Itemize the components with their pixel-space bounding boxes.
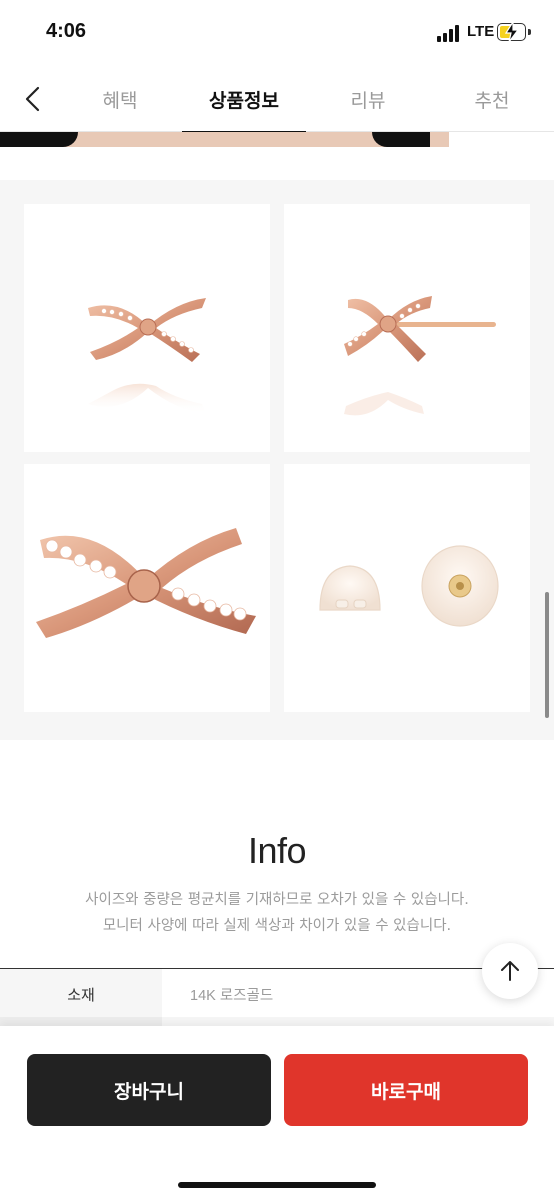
model-photo-fragment [0, 132, 449, 147]
status-time: 4:06 [46, 20, 87, 42]
product-tab-nav: 혜택 상품정보 리뷰 추천 [0, 66, 554, 133]
bow-earring-post-icon [344, 296, 496, 416]
gallery-image-bow-front[interactable] [24, 204, 270, 452]
info-note-size: 사이즈와 중량은 평균치를 기재하므로 오차가 있을 수 있습니다. [85, 892, 469, 908]
purchase-bar: 장바구니 바로구매 [0, 1026, 554, 1200]
gallery-image-bow-side[interactable] [284, 204, 530, 452]
scroll-top-button[interactable] [482, 943, 538, 999]
gallery-image-bow-closeup[interactable] [24, 464, 270, 712]
spec-label: 소재 [0, 969, 162, 1019]
info-note-color: 모니터 사양에 따라 실제 색상과 차이가 있을 수 있습니다. [102, 918, 452, 934]
charging-bolt-icon [504, 21, 520, 43]
back-button[interactable] [16, 82, 50, 116]
bow-earring-icon [36, 528, 256, 638]
tab-product-info[interactable]: 상품정보 [182, 66, 306, 133]
tab-reviews[interactable]: 리뷰 [306, 66, 430, 132]
tab-benefits[interactable]: 혜택 [58, 66, 182, 132]
earring-back-icon [319, 545, 499, 627]
tab-recommend[interactable]: 추천 [430, 66, 554, 132]
gallery-image-earring-backs[interactable] [284, 464, 530, 712]
buy-now-button[interactable]: 바로구매 [284, 1054, 528, 1126]
chevron-left-icon [25, 86, 40, 112]
status-bar: 4:06 LTE [0, 0, 554, 66]
spec-row-material: 소재 14K 로즈골드 [0, 969, 554, 1019]
product-gallery [0, 180, 554, 740]
add-to-cart-button[interactable]: 장바구니 [27, 1054, 271, 1126]
network-type: LTE [467, 23, 495, 40]
scroll-indicator[interactable] [545, 592, 549, 718]
signal-icon [437, 24, 463, 42]
info-title: Info [247, 830, 307, 871]
arrow-up-icon [501, 961, 519, 981]
home-indicator[interactable] [178, 1182, 376, 1188]
bow-earring-icon [88, 298, 206, 414]
spec-table: 소재 14K 로즈골드 [0, 968, 554, 1019]
spec-value: 14K 로즈골드 [190, 987, 274, 1004]
battery-tip [528, 29, 531, 35]
